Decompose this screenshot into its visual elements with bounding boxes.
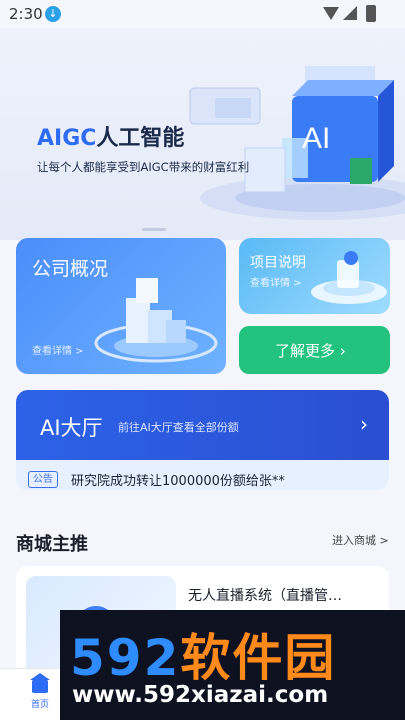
- banner-title: AIGC人工智能: [37, 126, 185, 151]
- product-name: 无人直播系统（直播管…: [188, 588, 342, 604]
- project-description-title: 项目说明: [250, 255, 306, 271]
- status-bar: 2:30 ↓: [0, 0, 405, 28]
- svg-text:AI: AI: [302, 122, 330, 155]
- ai-hall-card[interactable]: AI大厅 前往AI大厅查看全部份额 › 公告 研究院成功转让1000000份额给…: [16, 390, 389, 490]
- notice-text[interactable]: 研究院成功转让1000000份额给张**: [71, 470, 285, 489]
- status-time: 2:30: [9, 5, 43, 23]
- tab-home[interactable]: 首页: [20, 673, 60, 719]
- mall-section-title: 商城主推: [16, 534, 88, 555]
- ai-hall-header[interactable]: AI大厅 前往AI大厅查看全部份额 ›: [16, 390, 389, 460]
- watermark-overlay: 592软件园 www.592xiazai.com: [60, 610, 405, 720]
- home-icon: [30, 673, 50, 693]
- learn-more-button[interactable]: 了解更多 ›: [239, 326, 390, 374]
- ai-hall-title: AI大厅: [40, 416, 103, 440]
- project-description-link[interactable]: 查看详情 >: [250, 274, 302, 289]
- project-description-card[interactable]: 项目说明 查看详情 >: [239, 238, 390, 314]
- chevron-right-icon[interactable]: ›: [360, 412, 368, 436]
- wifi-icon: [323, 7, 339, 20]
- hero-banner[interactable]: AI AIGC人工智能 让每个人都能享受到AIGC带来的财富红利: [0, 28, 405, 240]
- notice-badge: 公告: [28, 471, 58, 488]
- company-overview-link[interactable]: 查看详情 >: [32, 342, 84, 357]
- watermark-url: www.592xiazai.com: [72, 682, 329, 708]
- signal-icon: [343, 6, 357, 20]
- download-icon: ↓: [45, 6, 61, 22]
- ai-hall-subtitle: 前往AI大厅查看全部份额: [118, 421, 239, 434]
- enter-mall-link[interactable]: 进入商城 >: [332, 532, 389, 548]
- company-overview-title: 公司概况: [32, 258, 109, 280]
- banner-subtitle: 让每个人都能享受到AIGC带来的财富红利: [37, 160, 250, 174]
- watermark-brand: 592软件园: [70, 629, 337, 687]
- learn-more-label: 了解更多 ›: [275, 342, 346, 360]
- battery-icon: [366, 5, 376, 22]
- tab-home-label: 首页: [30, 700, 49, 710]
- company-overview-card[interactable]: 公司概况 查看详情 >: [16, 238, 226, 374]
- carousel-indicator: [142, 228, 166, 231]
